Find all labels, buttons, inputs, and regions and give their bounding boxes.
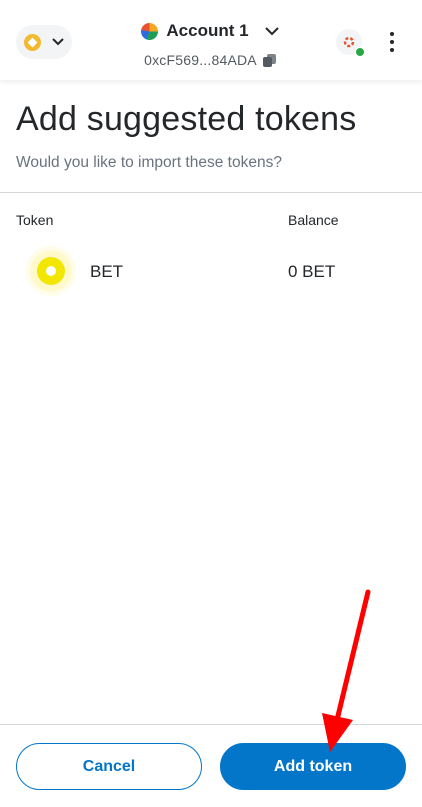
dot-icon [390, 40, 394, 44]
more-options-button[interactable] [384, 32, 400, 52]
chevron-down-icon [264, 26, 279, 36]
connected-site-icon [343, 36, 355, 48]
divider [0, 192, 422, 193]
account-avatar-icon [141, 22, 159, 40]
account-address: 0xcF569...84ADA [144, 52, 257, 68]
account-name: Account 1 [166, 21, 249, 40]
page-title: Add suggested tokens [16, 100, 357, 138]
page-subtitle: Would you like to import these tokens? [16, 154, 282, 171]
token-symbol: BET [90, 262, 124, 281]
footer-divider [0, 724, 422, 725]
bnb-chain-icon [23, 33, 41, 51]
connection-status-dot [355, 47, 365, 57]
dot-icon [390, 48, 394, 52]
token-row: BET 0 BET [0, 240, 422, 302]
add-token-button[interactable]: Add token [220, 743, 406, 790]
copy-address-button[interactable]: 0xcF569...84ADA [120, 52, 300, 68]
chevron-down-icon [51, 35, 65, 49]
account-menu-button[interactable]: Account 1 [120, 18, 300, 44]
cancel-button[interactable]: Cancel [16, 743, 202, 790]
column-header-balance: Balance [288, 212, 339, 228]
connected-site-button[interactable] [336, 29, 365, 57]
account-picker: Account 1 0xcF569...84ADA [120, 18, 300, 78]
dot-icon [390, 32, 394, 36]
network-selector[interactable] [16, 25, 72, 59]
app-header: Account 1 0xcF569...84ADA [0, 0, 422, 80]
token-balance: 0 BET [288, 262, 336, 281]
copy-icon [262, 53, 276, 67]
bet-token-icon [26, 246, 76, 296]
column-header-token: Token [16, 212, 54, 228]
